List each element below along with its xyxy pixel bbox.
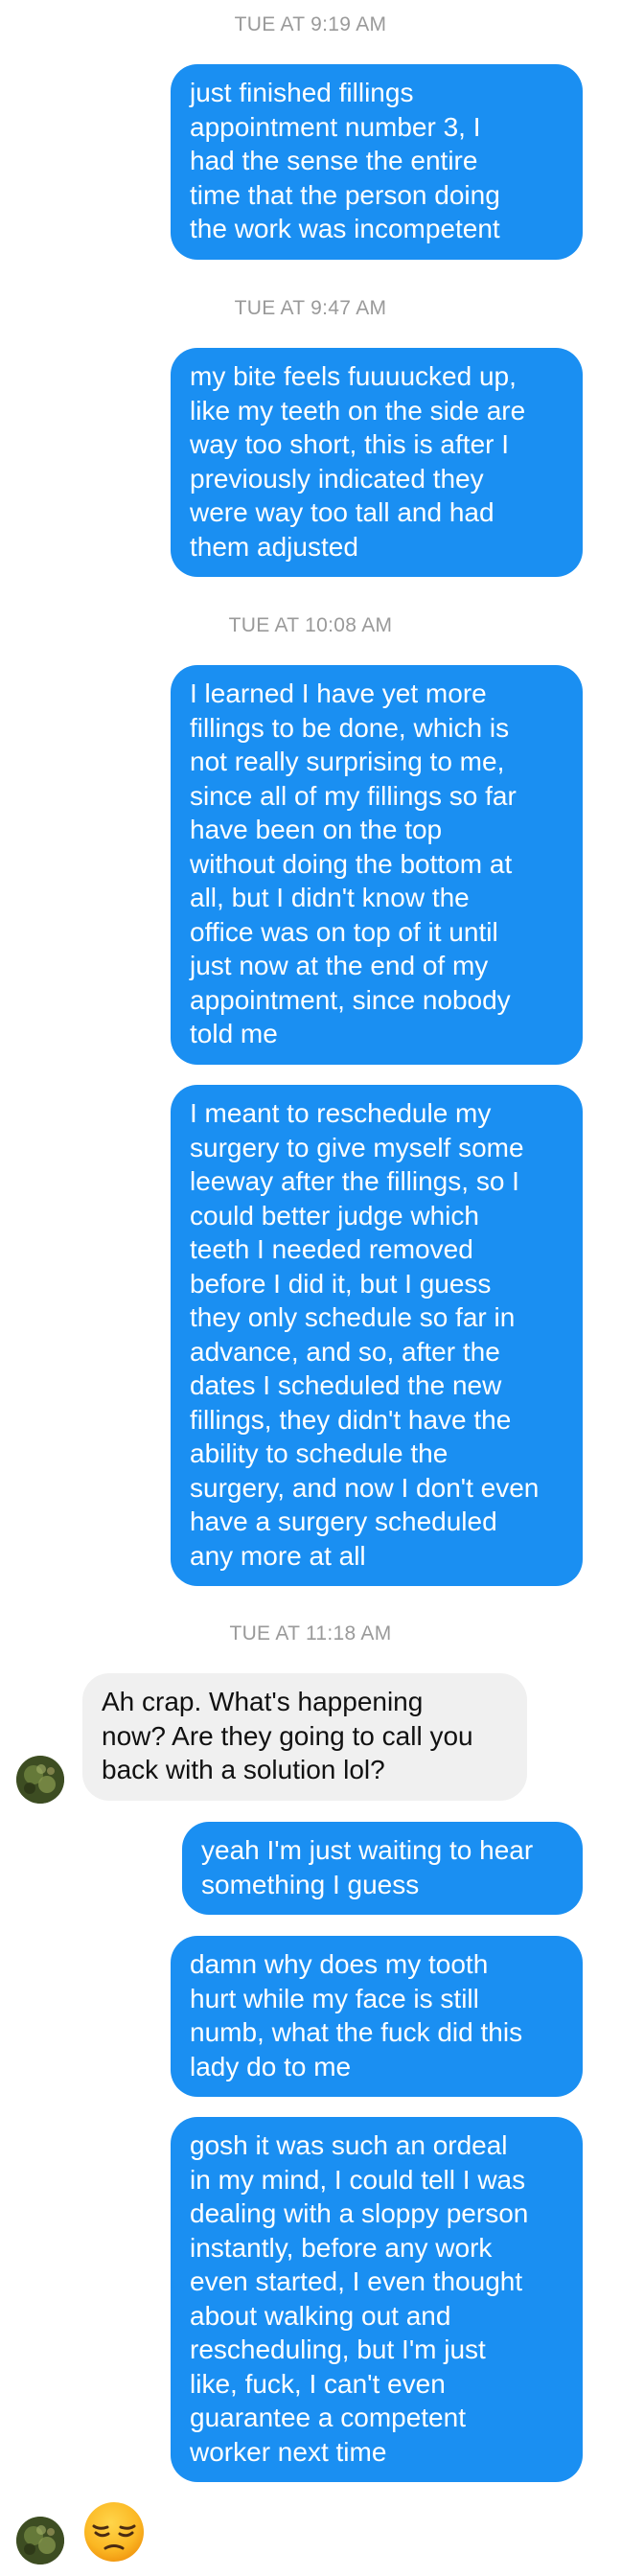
outgoing-message[interactable]: yeah I'm just waiting to hear something …: [182, 1822, 583, 1915]
outgoing-message[interactable]: my bite feels fuuuucked up, like my teet…: [171, 348, 583, 577]
outgoing-message[interactable]: damn why does my tooth hurt while my fac…: [171, 1936, 583, 2097]
timestamp: TUE AT 11:18 AM: [229, 1622, 392, 1644]
pensive-face-emoji-icon[interactable]: [82, 2500, 146, 2564]
contact-avatar[interactable]: [16, 1756, 64, 1804]
outgoing-message[interactable]: I meant to reschedule my surgery to give…: [171, 1085, 583, 1586]
outgoing-message[interactable]: just finished fillings appointment numbe…: [171, 64, 583, 260]
incoming-message[interactable]: Ah crap. What's happening now? Are they …: [82, 1673, 527, 1801]
timestamp: TUE AT 10:08 AM: [228, 614, 393, 636]
avatar-image: [16, 1756, 64, 1804]
outgoing-message[interactable]: gosh it was such an ordeal in my mind, I…: [171, 2117, 583, 2482]
timestamp: TUE AT 9:47 AM: [234, 297, 387, 319]
pensive-face-icon: [84, 2502, 144, 2562]
timestamp: TUE AT 9:19 AM: [234, 13, 387, 35]
message-thread: TUE AT 9:19 AM just finished fillings ap…: [0, 0, 621, 2576]
outgoing-message[interactable]: I learned I have yet more fillings to be…: [171, 665, 583, 1065]
avatar-image: [16, 2517, 64, 2564]
contact-avatar[interactable]: [16, 2517, 64, 2564]
